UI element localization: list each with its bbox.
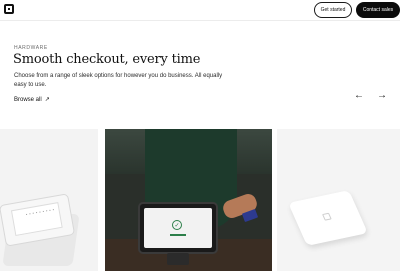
product-card-register[interactable]: ••••••••• [0, 129, 98, 271]
product-card-terminal[interactable]: ✓ [105, 129, 272, 271]
reader-logo-icon [322, 212, 332, 221]
terminal-stand [167, 253, 189, 265]
carousel-prev-button[interactable]: ← [353, 90, 365, 102]
browse-all-label: Browse all [14, 96, 42, 103]
reader-device-image [288, 190, 368, 246]
arrow-right-icon: → [377, 90, 387, 101]
section-eyebrow: HARDWARE [14, 45, 48, 51]
contact-sales-button[interactable]: Contact sales [356, 2, 400, 18]
product-card-reader[interactable] [277, 129, 400, 271]
carousel-next-button[interactable]: → [376, 90, 388, 102]
terminal-in-use-photo: ✓ [138, 202, 218, 254]
section-title: Smooth checkout, every time [13, 52, 201, 67]
arrow-left-icon: ← [354, 90, 364, 101]
terminal-screen: ✓ [144, 208, 212, 248]
approved-bar [170, 234, 186, 236]
checkmark-icon: ✓ [172, 220, 182, 230]
top-nav: Get started Contact sales [0, 0, 400, 21]
arrow-up-right-icon: ↗ [44, 97, 50, 103]
get-started-button[interactable]: Get started [314, 2, 352, 18]
browse-all-link[interactable]: Browse all ↗ [14, 96, 50, 104]
section-description: Choose from a range of sleek options for… [14, 73, 223, 88]
square-logo-icon[interactable] [4, 4, 14, 14]
